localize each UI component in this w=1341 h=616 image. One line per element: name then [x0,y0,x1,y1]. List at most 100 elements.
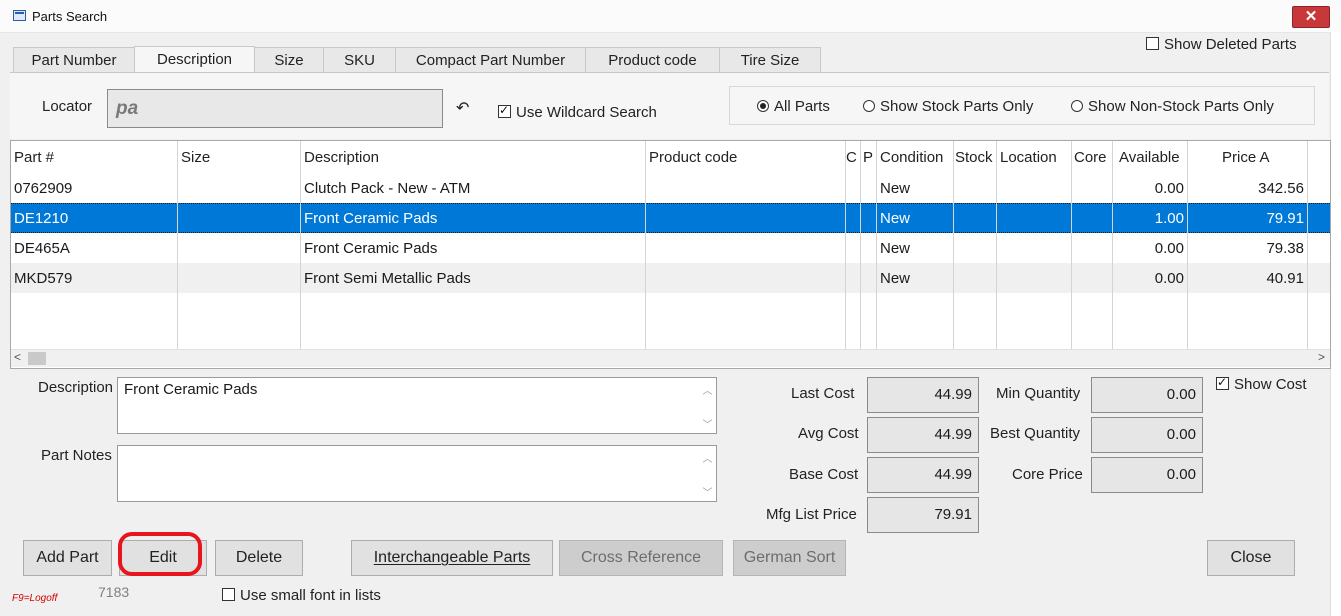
textarea-scroll-down-icon[interactable]: ﹀ [700,484,715,499]
min-quantity-field[interactable]: 0.00 [1091,377,1203,413]
best-quantity-label: Best Quantity [990,425,1081,442]
cell-part: 0762909 [14,180,73,197]
parts-search-window: Parts Search ✕ Show Deleted Parts Part N… [0,0,1341,616]
delete-button[interactable]: Delete [215,540,303,576]
column-header-available[interactable]: Available [1119,149,1180,166]
cell-description: Clutch Pack - New - ATM [304,180,471,197]
cell-price: 342.56 [1258,180,1304,197]
textarea-scroll-up-icon[interactable]: ︿ [700,382,715,397]
last-cost-value: 44.99 [934,386,972,403]
textarea-scroll-down-icon[interactable]: ﹀ [700,416,715,431]
column-header-stock[interactable]: Stock [955,149,993,166]
title-bar: Parts Search ✕ [0,0,1341,33]
radio-stock-only[interactable] [863,100,875,112]
locator-value: pa [116,98,139,119]
tab-tire-size[interactable]: Tire Size [719,47,821,72]
table-row[interactable]: 0762909 Clutch Pack - New - ATM New 0.00… [11,173,1330,203]
column-header-part[interactable]: Part # [14,149,54,166]
add-part-button[interactable]: Add Part [23,540,112,576]
show-cost-checkbox[interactable] [1216,375,1229,390]
mfg-list-price-label: Mfg List Price [766,506,857,523]
window-close-button[interactable]: ✕ [1292,6,1330,28]
column-divider [1307,141,1308,349]
column-header-p[interactable]: P [863,149,873,166]
wildcard-label: Use Wildcard Search [516,104,657,121]
column-divider [845,141,846,349]
logoff-hint: F9=Logoff [12,593,58,604]
parts-grid[interactable]: 0762909 Clutch Pack - New - ATM New 0.00… [10,140,1331,369]
show-deleted-checkbox[interactable] [1146,37,1159,50]
radio-all-parts[interactable] [757,100,769,112]
window-title: Parts Search [32,9,108,24]
scroll-right-icon[interactable]: > [1318,350,1325,364]
base-cost-field[interactable]: 44.99 [867,457,979,493]
column-header-condition[interactable]: Condition [880,149,943,166]
column-divider [953,141,954,349]
cell-price: 40.91 [1266,270,1304,287]
small-font-checkbox[interactable] [222,588,235,601]
cell-part: DE465A [14,240,70,257]
tab-product-code[interactable]: Product code [585,47,720,72]
table-row-selected[interactable]: DE1210 Front Ceramic Pads New 1.00 79.91 [11,203,1330,233]
description-textarea[interactable]: Front Ceramic Pads ︿ ﹀ [117,377,717,434]
window-edge-scrollbar[interactable] [1330,32,1341,616]
cell-condition: New [880,240,911,257]
core-price-value: 0.00 [1166,466,1196,483]
grid-horizontal-scrollbar[interactable]: < > [11,349,1330,367]
scroll-thumb[interactable] [28,352,46,365]
tab-part-number[interactable]: Part Number [13,47,135,72]
min-quantity-label: Min Quantity [996,385,1081,402]
close-button[interactable]: Close [1207,540,1295,576]
textarea-scroll-up-icon[interactable]: ︿ [700,450,715,465]
part-notes-textarea[interactable]: ︿ ﹀ [117,445,717,502]
tab-size[interactable]: Size [254,47,324,72]
column-divider [1071,141,1072,349]
column-header-description[interactable]: Description [304,149,379,166]
avg-cost-value: 44.99 [934,426,972,443]
mfg-list-price-field[interactable]: 79.91 [867,497,979,533]
radio-stock-only-label: Show Stock Parts Only [880,98,1034,115]
cell-price: 79.38 [1266,240,1304,257]
wildcard-checkbox[interactable] [498,103,511,118]
table-row[interactable]: DE465A Front Ceramic Pads New 0.00 79.38 [11,233,1330,263]
column-header-location[interactable]: Location [1000,149,1057,166]
locator-input[interactable]: pa [107,89,443,128]
cell-condition: New [880,210,911,227]
tab-sku[interactable]: SKU [323,47,396,72]
tab-description[interactable]: Description [134,46,255,73]
cell-available: 1.00 [1154,210,1184,227]
small-font-label: Use small font in lists [240,587,381,604]
interchangeable-parts-button[interactable]: Interchangeable Parts [351,540,553,576]
avg-cost-field[interactable]: 44.99 [867,417,979,453]
avg-cost-label: Avg Cost [798,425,859,442]
best-quantity-value: 0.00 [1166,426,1196,443]
description-label: Description [38,379,114,396]
cross-reference-button[interactable]: Cross Reference [559,540,723,576]
column-header-price-a[interactable]: Price A [1222,149,1270,166]
german-sort-button[interactable]: German Sort [733,540,846,576]
column-header-core[interactable]: Core [1074,149,1107,166]
column-header-c[interactable]: C [846,149,857,166]
cell-part: DE1210 [14,210,69,227]
cell-price: 79.91 [1266,210,1304,227]
column-divider [645,141,646,349]
tab-compact-part-number[interactable]: Compact Part Number [395,47,586,72]
column-header-product-code[interactable]: Product code [649,149,737,166]
cell-part: MKD579 [14,270,73,287]
core-price-label: Core Price [1012,466,1083,483]
edit-button-highlight-ring [118,532,202,576]
column-divider [860,141,861,349]
last-cost-field[interactable]: 44.99 [867,377,979,413]
scroll-left-icon[interactable]: < [14,350,21,364]
column-divider [1187,141,1188,349]
min-quantity-value: 0.00 [1166,386,1196,403]
column-header-size[interactable]: Size [181,149,210,166]
undo-icon[interactable]: ↶ [456,98,469,117]
best-quantity-field[interactable]: 0.00 [1091,417,1203,453]
core-price-field[interactable]: 0.00 [1091,457,1203,493]
table-row[interactable]: MKD579 Front Semi Metallic Pads New 0.00… [11,263,1330,293]
last-cost-label: Last Cost [791,385,855,402]
radio-non-stock-only[interactable] [1071,100,1083,112]
cell-available: 0.00 [1154,180,1184,197]
column-divider [996,141,997,349]
